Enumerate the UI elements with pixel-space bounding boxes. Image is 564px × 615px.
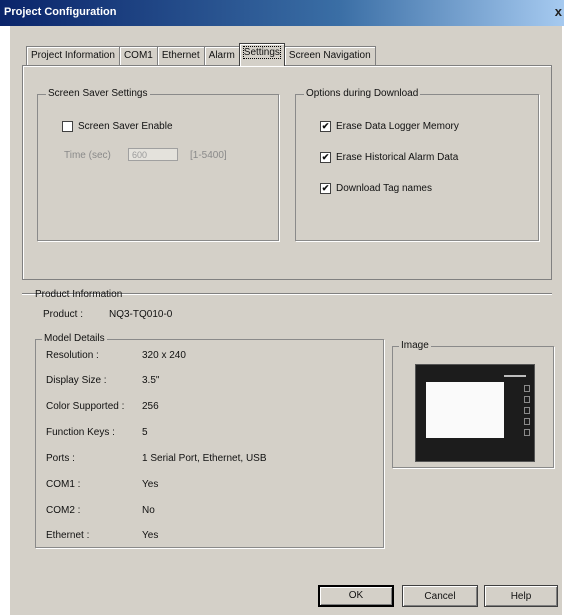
resolution-label: Resolution : xyxy=(46,350,99,361)
preview-function-key xyxy=(524,385,530,392)
time-input[interactable]: 600 xyxy=(128,148,178,161)
tab-com1[interactable]: COM1 xyxy=(118,46,158,66)
product-info-label: Product Information xyxy=(35,289,123,300)
screen-saver-group: Screen Saver Settings Screen Saver Enabl… xyxy=(37,88,279,241)
resolution-value: 320 x 240 xyxy=(142,350,186,361)
title-bar: Project Configuration x xyxy=(0,0,564,26)
function-keys-value: 5 xyxy=(142,427,148,438)
image-group: Image xyxy=(392,340,554,468)
ports-value: 1 Serial Port, Ethernet, USB xyxy=(142,453,267,464)
product-label: Product : xyxy=(43,309,84,320)
com1-label: COM1 : xyxy=(46,479,81,490)
dialog-body: Project Information COM1 Ethernet Alarm … xyxy=(9,26,562,615)
tab-ethernet[interactable]: Ethernet xyxy=(156,46,205,66)
erase-historical-alarm-row[interactable]: ✔ Erase Historical Alarm Data xyxy=(320,152,458,163)
display-size-label: Display Size : xyxy=(46,375,107,386)
time-label: Time (sec) xyxy=(64,150,111,161)
settings-panel: Screen Saver Settings Screen Saver Enabl… xyxy=(22,65,552,280)
color-supported-value: 256 xyxy=(142,401,159,412)
ports-label: Ports : xyxy=(46,453,75,464)
ethernet-value: Yes xyxy=(142,530,159,541)
download-tag-names-checkbox[interactable]: ✔ xyxy=(320,183,331,194)
time-range-hint: [1-5400] xyxy=(190,150,227,161)
device-preview-image xyxy=(415,364,535,462)
download-tag-names-row[interactable]: ✔ Download Tag names xyxy=(320,183,432,194)
erase-data-logger-row[interactable]: ✔ Erase Data Logger Memory xyxy=(320,121,459,132)
download-tag-names-label: Download Tag names xyxy=(336,183,432,194)
display-size-value: 3.5" xyxy=(142,375,160,386)
download-options-group-label: Options during Download xyxy=(304,88,421,99)
cancel-button[interactable]: Cancel xyxy=(402,585,478,607)
ok-button[interactable]: OK xyxy=(318,585,394,607)
tab-project-information[interactable]: Project Information xyxy=(26,46,120,66)
function-keys-label: Function Keys : xyxy=(46,427,115,438)
ethernet-label: Ethernet : xyxy=(46,530,90,541)
download-options-group: Options during Download ✔ Erase Data Log… xyxy=(295,88,539,241)
erase-historical-alarm-checkbox[interactable]: ✔ xyxy=(320,152,331,163)
screen-saver-enable-checkbox[interactable] xyxy=(62,121,73,132)
erase-data-logger-label: Erase Data Logger Memory xyxy=(336,121,459,132)
screen-saver-group-label: Screen Saver Settings xyxy=(46,88,150,99)
screen-saver-enable-row[interactable]: Screen Saver Enable xyxy=(62,121,173,132)
product-value: NQ3-TQ010-0 xyxy=(109,309,173,320)
preview-function-key xyxy=(524,429,530,436)
com2-value: No xyxy=(142,505,155,516)
tab-alarm[interactable]: Alarm xyxy=(203,46,240,66)
model-details-group: Model Details Resolution : 320 x 240 Dis… xyxy=(35,333,384,548)
image-group-label: Image xyxy=(399,340,431,351)
help-button[interactable]: Help xyxy=(484,585,558,607)
color-supported-label: Color Supported : xyxy=(46,401,125,412)
erase-data-logger-checkbox[interactable]: ✔ xyxy=(320,121,331,132)
com2-label: COM2 : xyxy=(46,505,81,516)
preview-status-strip xyxy=(504,375,526,377)
erase-historical-alarm-label: Erase Historical Alarm Data xyxy=(336,152,459,163)
preview-function-key xyxy=(524,418,530,425)
screen-saver-enable-label: Screen Saver Enable xyxy=(78,121,173,132)
preview-function-key xyxy=(524,396,530,403)
model-details-label: Model Details xyxy=(42,333,107,344)
close-icon[interactable]: x xyxy=(555,4,562,19)
preview-function-key xyxy=(524,407,530,414)
preview-screen xyxy=(426,382,504,438)
window-title: Project Configuration xyxy=(4,6,117,18)
tab-screen-navigation[interactable]: Screen Navigation xyxy=(283,46,376,66)
com1-value: Yes xyxy=(142,479,159,490)
tab-strip: Project Information COM1 Ethernet Alarm … xyxy=(26,43,376,66)
tab-settings[interactable]: Settings xyxy=(238,43,285,66)
